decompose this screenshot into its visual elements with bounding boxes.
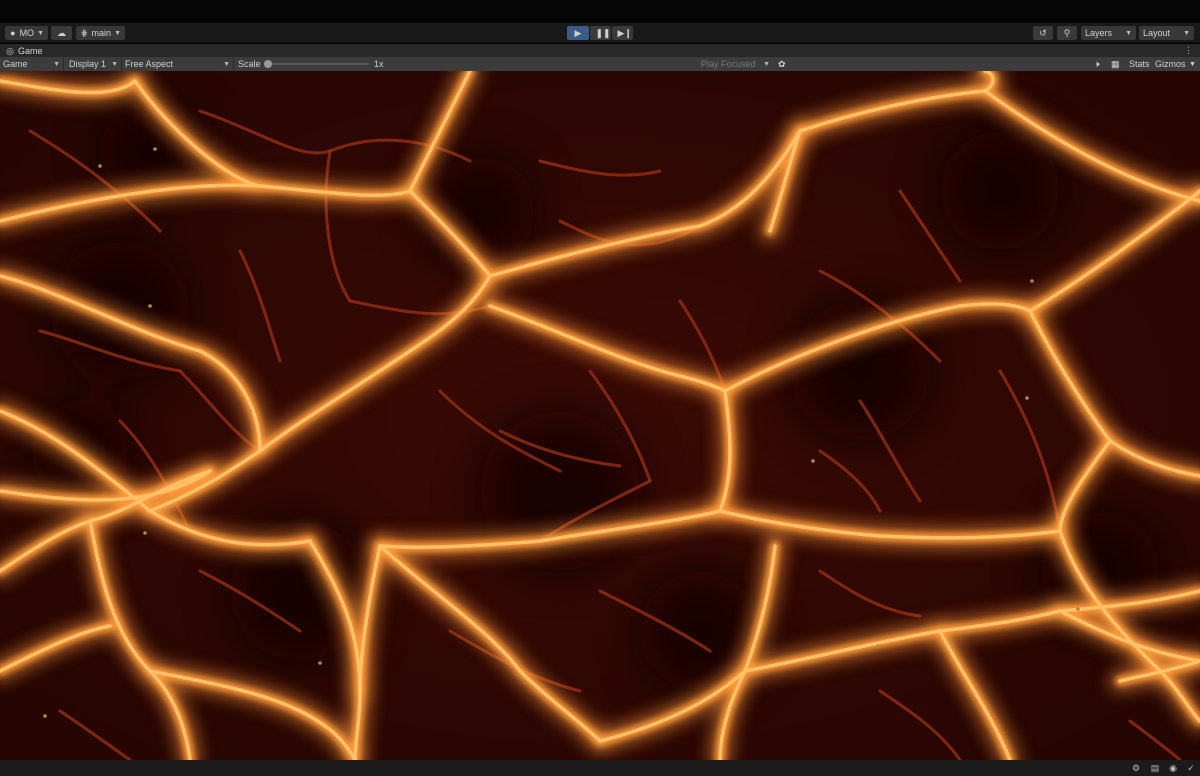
statusbar-icons[interactable]: ✓	[1185, 762, 1197, 774]
chevron-down-icon[interactable]: ▼	[1189, 57, 1196, 71]
ember-dot	[1025, 396, 1029, 400]
layout-dropdown[interactable]: Layout ▼	[1139, 26, 1194, 40]
ember-dot	[1030, 279, 1034, 283]
view-mode-label: Game	[3, 59, 28, 69]
cloud-icon: ☁	[57, 28, 66, 38]
display-dropdown[interactable]: Display 1 ▼	[66, 57, 122, 71]
branch-label: main	[91, 28, 112, 38]
search-button[interactable]: ⚲	[1057, 26, 1077, 40]
history-icon: ↺	[1039, 28, 1047, 38]
account-label: MO	[19, 28, 35, 38]
pause-button[interactable]: ❚❚	[590, 26, 611, 40]
main-toolbar: ● MO ▼ ☁ ⋕ main ▼ ▶ ❚❚ ▶❙ ↺ ⚲ Layers ▼ L…	[0, 23, 1200, 43]
play-mode-label: Play Focused	[701, 59, 756, 69]
ember-dot	[248, 409, 252, 413]
chevron-down-icon: ▼	[53, 60, 60, 68]
step-icon: ▶❙	[617, 28, 632, 38]
aspect-label: Free Aspect	[125, 59, 174, 69]
ember-dot	[43, 714, 47, 718]
ember-dot	[810, 659, 814, 663]
scale-slider-handle[interactable]	[264, 60, 272, 68]
chevron-down-icon: ▼	[37, 29, 44, 37]
cloud-button[interactable]: ☁	[51, 26, 72, 40]
play-icon: ▶	[574, 28, 582, 38]
ember-dot	[811, 459, 815, 463]
stats-button[interactable]: Stats	[1129, 57, 1150, 71]
account-icon: ●	[10, 28, 16, 38]
history-button[interactable]: ↺	[1033, 26, 1053, 40]
bug-icon[interactable]: ✿	[778, 57, 786, 71]
play-mode-dropdown[interactable]: Play Focused ▼	[698, 57, 773, 71]
game-viewport[interactable]	[0, 71, 1200, 760]
statusbar-icons[interactable]: ▤	[1149, 762, 1161, 774]
statusbar-icons[interactable]: ◉	[1167, 762, 1179, 774]
lava-render	[0, 71, 1200, 760]
audio-icon[interactable]: 🕨	[1094, 57, 1100, 71]
dark-spot	[940, 131, 1060, 251]
game-view-toolbar: Game ▼ Display 1 ▼ Free Aspect ▼ Scale 1…	[0, 57, 1200, 71]
game-controller-icon: ◎	[6, 45, 14, 56]
ember-dot	[148, 304, 152, 308]
tab-game[interactable]: ◎ Game	[0, 44, 49, 57]
branch-dropdown[interactable]: ⋕ main ▼	[76, 26, 125, 40]
scale-label: Scale	[238, 59, 261, 69]
pause-icon: ❚❚	[595, 28, 611, 38]
status-bar: ⚙ ▤ ◉ ✓	[0, 760, 1200, 776]
scale-slider[interactable]	[268, 63, 369, 65]
chevron-down-icon: ▼	[763, 60, 770, 68]
statusbar-icons[interactable]: ⚙	[1130, 762, 1142, 774]
scale-value: 1x	[374, 59, 384, 69]
gizmos-button[interactable]: Gizmos	[1155, 57, 1186, 71]
ember-dot	[143, 531, 147, 535]
chevron-down-icon: ▼	[1125, 29, 1132, 37]
ember-dot	[98, 164, 102, 168]
ember-dot	[1076, 607, 1080, 611]
kebab-menu-icon[interactable]: ⋮	[1184, 44, 1193, 57]
step-button[interactable]: ▶❙	[612, 26, 633, 40]
aspect-dropdown[interactable]: Free Aspect ▼	[122, 57, 234, 71]
branch-icon: ⋕	[80, 28, 89, 38]
chevron-down-icon: ▼	[111, 60, 118, 68]
view-mode-dropdown[interactable]: Game ▼	[0, 57, 64, 71]
ember-dot	[153, 147, 157, 151]
play-button[interactable]: ▶	[567, 26, 589, 40]
chevron-down-icon: ▼	[223, 60, 230, 68]
layers-label: Layers	[1085, 28, 1113, 38]
account-dropdown[interactable]: ● MO ▼	[5, 26, 48, 40]
layout-label: Layout	[1143, 28, 1171, 38]
window-tab-bar: ◎ Game ⋮	[0, 44, 1200, 57]
chevron-down-icon: ▼	[1183, 29, 1190, 37]
window-top-strip	[0, 0, 1200, 23]
layers-dropdown[interactable]: Layers ▼	[1081, 26, 1136, 40]
search-icon: ⚲	[1063, 28, 1071, 38]
keyboard-icon[interactable]: ▦	[1111, 57, 1120, 71]
ember-dot	[876, 644, 880, 648]
ember-dot	[318, 661, 322, 665]
tab-game-label: Game	[18, 45, 43, 56]
chevron-down-icon: ▼	[114, 29, 121, 37]
display-label: Display 1	[69, 59, 107, 69]
